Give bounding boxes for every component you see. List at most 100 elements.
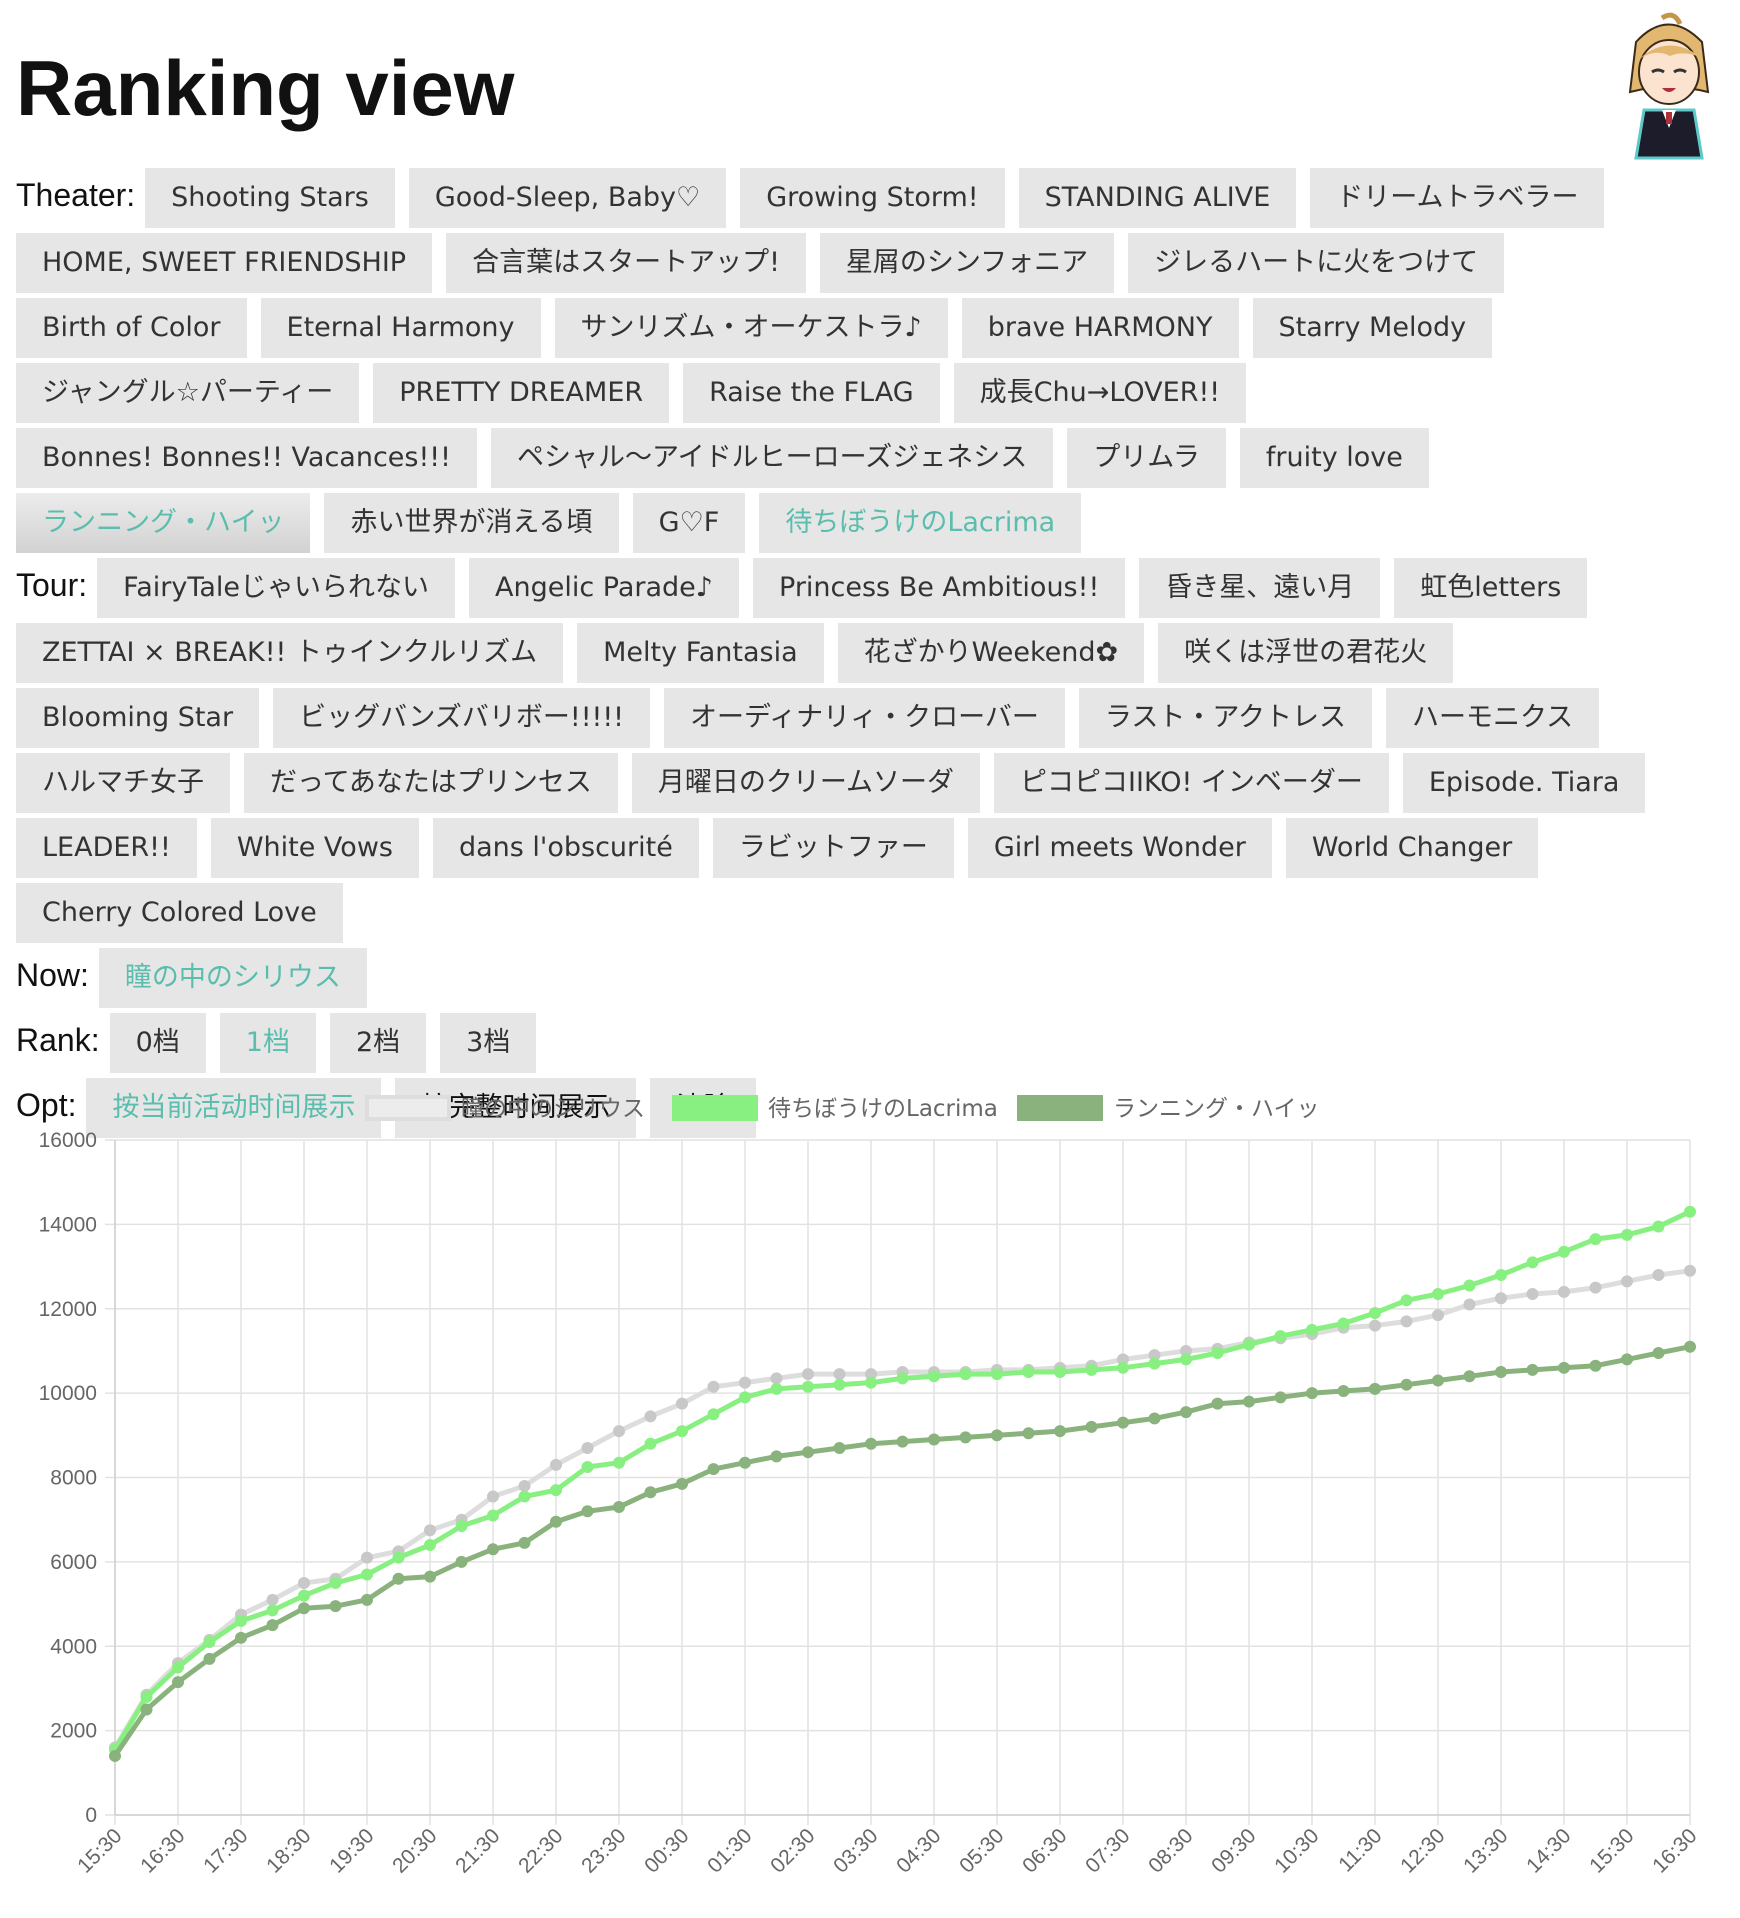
x-tick-label: 04:30 bbox=[892, 1824, 945, 1877]
rank-button[interactable]: 2档 bbox=[329, 1013, 427, 1073]
x-tick-label: 03:30 bbox=[829, 1824, 882, 1877]
data-point bbox=[1337, 1317, 1350, 1330]
data-point bbox=[487, 1509, 499, 1522]
theater-button[interactable]: Growing Storm! bbox=[740, 168, 1005, 228]
theater-button[interactable]: 赤い世界が消える頃 bbox=[324, 493, 619, 553]
x-tick-label: 15:30 bbox=[73, 1824, 126, 1877]
theater-button[interactable]: ランニング・ハイッ bbox=[16, 493, 311, 553]
now-label: Now: bbox=[16, 957, 89, 993]
data-point bbox=[424, 1539, 436, 1551]
theater-button[interactable]: PRETTY DREAMER bbox=[373, 363, 670, 423]
theater-button[interactable]: Starry Melody bbox=[1252, 298, 1493, 358]
tour-button[interactable]: ピコピコIIKO! インベーダー bbox=[994, 753, 1389, 813]
theater-button[interactable]: ドリームトラベラー bbox=[1310, 168, 1605, 228]
x-tick-label: 16:30 bbox=[1648, 1824, 1701, 1877]
data-point bbox=[140, 1703, 153, 1716]
tour-button[interactable]: ハーモニクス bbox=[1385, 688, 1600, 748]
theater-button[interactable]: Good-Sleep, Baby♡ bbox=[408, 168, 727, 228]
theater-button[interactable]: Eternal Harmony bbox=[260, 298, 541, 358]
data-point bbox=[581, 1441, 594, 1454]
x-tick-label: 20:30 bbox=[388, 1824, 441, 1877]
data-point bbox=[833, 1441, 846, 1454]
theater-button[interactable]: サンリズム・オーケストラ♪ bbox=[554, 298, 948, 358]
data-point bbox=[172, 1676, 184, 1689]
theater-button[interactable]: ペシャル～アイドルヒーローズジェネシス bbox=[490, 428, 1054, 488]
tour-button[interactable]: 月曜日のクリームソーダ bbox=[631, 753, 981, 813]
data-point bbox=[1274, 1330, 1287, 1343]
tour-button[interactable]: Angelic Parade♪ bbox=[469, 558, 740, 618]
theater-button[interactable]: G♡F bbox=[632, 493, 746, 553]
tour-button[interactable]: World Changer bbox=[1285, 818, 1539, 878]
data-point bbox=[1684, 1205, 1696, 1218]
theater-button[interactable]: Bonnes! Bonnes!! Vacances!!! bbox=[16, 428, 477, 488]
theater-button[interactable]: プリムラ bbox=[1067, 428, 1226, 488]
data-point bbox=[707, 1463, 720, 1476]
data-point bbox=[770, 1382, 783, 1395]
data-point bbox=[1621, 1275, 1633, 1288]
data-point bbox=[1085, 1420, 1098, 1433]
tour-button[interactable]: ビッグバンズバリボー!!!!! bbox=[273, 688, 651, 748]
data-point bbox=[203, 1636, 216, 1649]
x-tick-label: 19:30 bbox=[325, 1824, 378, 1877]
theater-button[interactable]: 待ちぼうけのLacrima bbox=[759, 493, 1082, 553]
data-point bbox=[1369, 1306, 1381, 1319]
data-point bbox=[298, 1576, 310, 1589]
tour-button[interactable]: Melty Fantasia bbox=[577, 623, 824, 683]
x-tick-label: 11:30 bbox=[1334, 1824, 1386, 1876]
theater-button[interactable]: STANDING ALIVE bbox=[1018, 168, 1297, 228]
data-point bbox=[770, 1372, 783, 1385]
data-point bbox=[1621, 1353, 1633, 1366]
data-point bbox=[739, 1376, 751, 1389]
rank-button[interactable]: 3档 bbox=[440, 1013, 537, 1073]
tour-button[interactable]: Princess Be Ambitious!! bbox=[753, 558, 1126, 618]
legend-swatch bbox=[672, 1095, 758, 1121]
x-tick-label: 00:30 bbox=[640, 1824, 693, 1877]
theater-button[interactable]: 成長Chu→LOVER!! bbox=[953, 363, 1247, 423]
tour-button[interactable]: ハルマチ女子 bbox=[16, 753, 230, 813]
tour-button[interactable]: 昏き星、遠い月 bbox=[1139, 558, 1381, 618]
tour-button[interactable]: ラビットファー bbox=[712, 818, 954, 878]
tour-button[interactable]: ラスト・アクトレス bbox=[1078, 688, 1372, 748]
theater-button[interactable]: ジレるハートに火をつけて bbox=[1128, 233, 1505, 293]
theater-button[interactable]: 合言葉はスタートアップ! bbox=[446, 233, 806, 293]
theater-button[interactable]: ジャングル☆パーティー bbox=[16, 363, 360, 423]
theater-button[interactable]: brave HARMONY bbox=[961, 298, 1239, 358]
tour-button[interactable]: Cherry Colored Love bbox=[16, 883, 343, 943]
tour-button[interactable]: White Vows bbox=[210, 818, 419, 878]
tour-button[interactable]: 花ざかりWeekend✿ bbox=[837, 623, 1145, 683]
theater-button[interactable]: fruity love bbox=[1239, 428, 1429, 488]
legend-swatch bbox=[365, 1095, 451, 1121]
rank-button[interactable]: 1档 bbox=[219, 1013, 316, 1073]
data-point bbox=[896, 1435, 909, 1448]
tour-button[interactable]: FairyTaleじゃいられない bbox=[97, 558, 455, 618]
tour-button[interactable]: ZETTAI × BREAK!! トゥインクルリズム bbox=[16, 623, 564, 683]
tour-button[interactable]: LEADER!! bbox=[16, 818, 197, 878]
rank-button[interactable]: 0档 bbox=[109, 1013, 206, 1073]
data-point bbox=[833, 1378, 846, 1391]
tour-button[interactable]: dans l'obscurité bbox=[432, 818, 699, 878]
data-point bbox=[1243, 1338, 1255, 1351]
legend-swatch bbox=[1017, 1095, 1103, 1121]
data-point bbox=[1400, 1294, 1413, 1307]
tour-button[interactable]: 虹色letters bbox=[1394, 558, 1588, 618]
theater-label: Theater: bbox=[16, 177, 136, 213]
data-point bbox=[959, 1431, 972, 1444]
data-point bbox=[455, 1520, 468, 1533]
data-point bbox=[1652, 1347, 1665, 1360]
theater-button[interactable]: HOME, SWEET FRIENDSHIP bbox=[16, 233, 433, 293]
data-point bbox=[487, 1490, 499, 1503]
tour-button[interactable]: だってあなたはプリンセス bbox=[244, 753, 618, 813]
tour-button[interactable]: 咲くは浮世の君花火 bbox=[1158, 623, 1454, 683]
tour-button[interactable]: Girl meets Wonder bbox=[967, 818, 1272, 878]
theater-button[interactable]: 星屑のシンフォニア bbox=[819, 233, 1115, 293]
data-point bbox=[1400, 1378, 1413, 1391]
data-point bbox=[329, 1600, 342, 1613]
theater-button[interactable]: Raise the FLAG bbox=[683, 363, 940, 423]
theater-button[interactable]: Birth of Color bbox=[16, 298, 247, 358]
tour-button[interactable]: Episode. Tiara bbox=[1402, 753, 1646, 813]
tour-button[interactable]: Blooming Star bbox=[16, 688, 260, 748]
tour-button[interactable]: オーディナリィ・クローバー bbox=[664, 688, 1065, 748]
theater-button[interactable]: Shooting Stars bbox=[145, 168, 395, 228]
now-button[interactable]: 瞳の中のシリウス bbox=[98, 948, 367, 1008]
data-point bbox=[1180, 1353, 1192, 1366]
